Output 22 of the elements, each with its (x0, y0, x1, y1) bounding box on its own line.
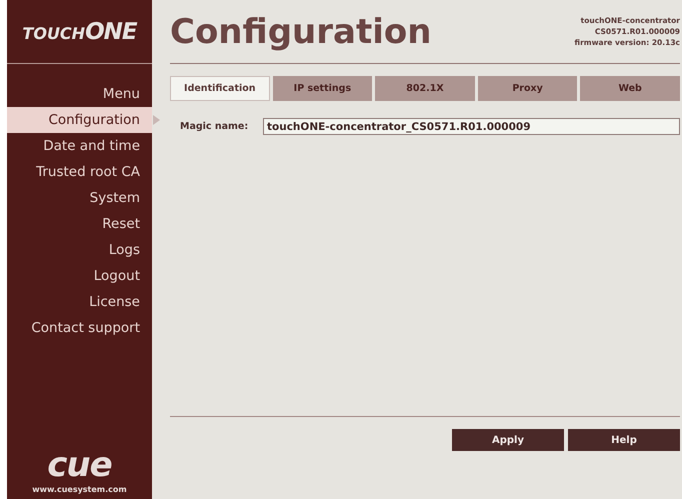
apply-button[interactable]: Apply (452, 429, 564, 451)
menu-item[interactable]: License (7, 289, 152, 315)
tab[interactable]: Identification (170, 76, 270, 101)
menu-item[interactable]: Reset (7, 211, 152, 237)
magic-name-field[interactable]: touchONE-concentrator_CS0571.R01.000009 (263, 118, 680, 135)
field-label: Magic name: (180, 121, 250, 132)
touchone-logo: TOUCHONE (22, 18, 137, 44)
cue-logo: cue (47, 447, 112, 483)
menu-item[interactable]: Trusted root CA (7, 159, 152, 185)
menu-item[interactable]: System (7, 185, 152, 211)
menu-item[interactable]: Logs (7, 237, 152, 263)
website-url: www.cuesystem.com (32, 485, 127, 494)
menu-item[interactable]: Date and time (7, 133, 152, 159)
menu-item[interactable]: Logout (7, 263, 152, 289)
tab[interactable]: IP settings (272, 76, 372, 101)
menu-item[interactable]: Contact support (7, 315, 152, 341)
tab[interactable]: 802.1X (375, 76, 475, 101)
page-title: Configuration (170, 12, 432, 52)
help-button[interactable]: Help (568, 429, 680, 451)
tab[interactable]: Web (580, 76, 680, 101)
tab[interactable]: Proxy (478, 76, 578, 101)
menu-item[interactable]: Menu (7, 81, 152, 107)
